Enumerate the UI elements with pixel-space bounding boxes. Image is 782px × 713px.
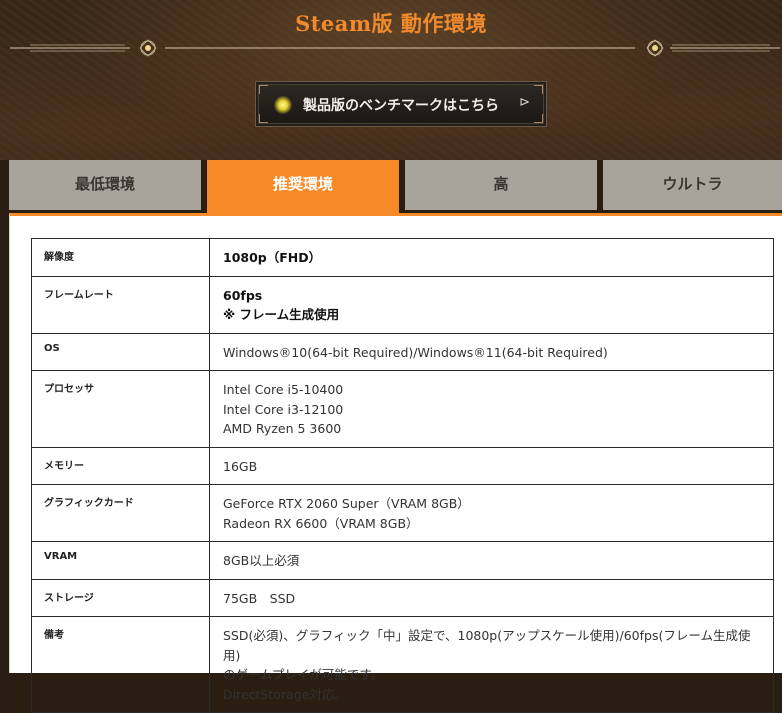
spec-value-line: DirectStorage対応。 — [223, 686, 347, 702]
table-row: プロセッサ Intel Core i5-10400 Intel Core i3-… — [31, 370, 774, 448]
benchmark-button-label: 製品版のベンチマークはこちら — [303, 98, 499, 114]
table-row: メモリー 16GB — [31, 446, 774, 485]
table-row: VRAM 8GB以上必須 — [31, 541, 774, 580]
tab-ultra[interactable]: ウルトラ — [603, 160, 782, 210]
table-row: OS Windows®10(64-bit Required)/Windows®1… — [31, 332, 774, 371]
spec-value-framerate: 60fps ※ フレーム生成使用 — [209, 275, 774, 334]
spec-value-processor: Intel Core i5-10400 Intel Core i3-12100 … — [209, 370, 774, 448]
arrow-right-icon: ⊳ — [519, 95, 530, 110]
spec-label-resolution: 解像度 — [31, 238, 210, 277]
spec-value-line: 75GB SSD — [223, 590, 296, 606]
spec-value-graphics: GeForce RTX 2060 Super（VRAM 8GB） Radeon … — [209, 484, 774, 542]
spec-label-framerate: フレームレート — [31, 275, 210, 334]
spec-value-line: のゲームプレイが可能です。 — [223, 667, 384, 682]
table-row: ストレージ 75GB SSD — [31, 578, 774, 617]
table-row: フレームレート 60fps ※ フレーム生成使用 — [31, 275, 774, 334]
spec-value-line: 16GB — [223, 458, 258, 474]
spec-value-line: ※ フレーム生成使用 — [223, 307, 340, 322]
spec-value-line: AMD Ryzen 5 3600 — [223, 421, 342, 436]
tab-recommended[interactable]: 推奨環境 — [207, 160, 399, 216]
spec-value-line: Intel Core i3-12100 — [223, 401, 344, 417]
table-row: 備考 SSD(必須)、グラフィック「中」設定で、1080p(アップスケール使用)… — [31, 616, 774, 713]
spec-value-line: Radeon RX 6600（VRAM 8GB） — [223, 515, 419, 531]
tab-minimum[interactable]: 最低環境 — [9, 160, 201, 210]
spec-value-line: 1080p（FHD） — [223, 250, 322, 265]
spec-value-line: Windows®10(64-bit Required)/Windows®11(6… — [223, 344, 608, 360]
spec-table: 解像度 1080p（FHD） フレームレート 60fps ※ フレーム生成使用 … — [31, 238, 774, 713]
spec-value-resolution: 1080p（FHD） — [209, 238, 774, 277]
spec-panel: 解像度 1080p（FHD） フレームレート 60fps ※ フレーム生成使用 … — [9, 213, 782, 713]
button-corner-decoration — [534, 85, 543, 94]
spec-label-notes: 備考 — [31, 616, 210, 713]
spec-value-memory: 16GB — [209, 446, 774, 485]
tab-high[interactable]: 高 — [405, 160, 597, 210]
spec-value-line: 8GB以上必須 — [223, 553, 300, 568]
button-corner-decoration — [259, 114, 268, 123]
benchmark-button[interactable]: 製品版のベンチマークはこちら ⊳ — [255, 81, 547, 127]
spec-label-storage: ストレージ — [31, 578, 210, 617]
spec-value-line: SSD(必須)、グラフィック「中」設定で、1080p(アップスケール使用)/60… — [223, 628, 751, 663]
spec-value-line: 60fps — [223, 287, 263, 303]
spec-label-graphics: グラフィックカード — [31, 484, 210, 542]
table-row: グラフィックカード GeForce RTX 2060 Super（VRAM 8G… — [31, 484, 774, 542]
spec-value-vram: 8GB以上必須 — [209, 541, 774, 580]
spec-label-processor: プロセッサ — [31, 370, 210, 448]
spec-label-memory: メモリー — [31, 446, 210, 485]
button-corner-decoration — [259, 85, 268, 94]
spec-value-os: Windows®10(64-bit Required)/Windows®11(6… — [209, 332, 774, 371]
table-row: 解像度 1080p（FHD） — [31, 238, 774, 277]
page-title: Steam版 動作環境 — [295, 11, 487, 36]
button-corner-decoration — [534, 114, 543, 123]
spec-value-notes: SSD(必須)、グラフィック「中」設定で、1080p(アップスケール使用)/60… — [209, 616, 774, 713]
spec-value-storage: 75GB SSD — [209, 578, 774, 617]
spec-value-line: GeForce RTX 2060 Super（VRAM 8GB） — [223, 496, 470, 511]
spec-label-vram: VRAM — [31, 541, 210, 580]
title-ornament-divider — [10, 39, 780, 57]
spec-value-line: Intel Core i5-10400 — [223, 382, 344, 397]
spec-label-os: OS — [31, 332, 210, 371]
